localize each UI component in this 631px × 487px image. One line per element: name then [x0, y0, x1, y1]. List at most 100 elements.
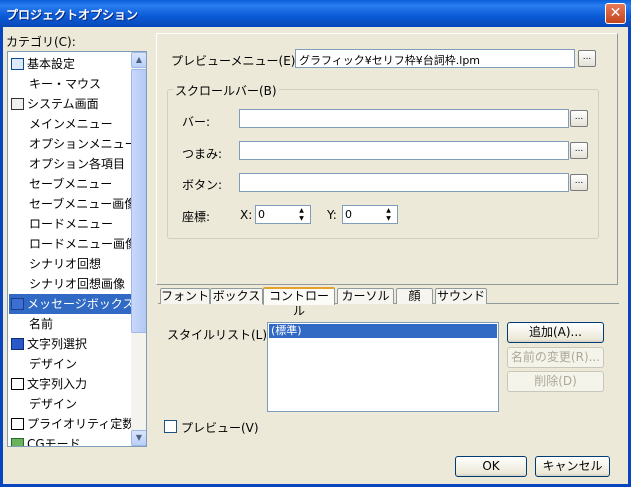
tab-3[interactable]: カーソル [337, 288, 394, 304]
style-list[interactable]: (標準) [267, 322, 499, 412]
category-item[interactable]: ロードメニュー [9, 214, 131, 234]
basic-settings-icon [11, 58, 24, 70]
rename-button[interactable]: 名前の変更(R)... [507, 347, 604, 368]
preview-menu-browse-button[interactable]: ... [578, 50, 596, 67]
scrollbar-group-label: スクロールバー(B) [173, 82, 279, 99]
x-label: X: [240, 208, 253, 222]
y-value: 0 [345, 208, 352, 221]
category-item[interactable]: メインメニュー [9, 114, 131, 134]
category-item-label: デザイン [29, 357, 78, 371]
category-item-label: セーブメニュー画像 [29, 197, 131, 211]
spin-up-icon[interactable]: ▲ [294, 207, 309, 215]
category-item-label: シナリオ回想 [29, 257, 102, 271]
category-items: 基本設定キー・マウス システム画面メインメニューオプションメニュー オプション各項目… [9, 54, 131, 446]
x-spin-buttons[interactable]: ▲ ▼ [294, 207, 309, 222]
y-label: Y: [327, 208, 337, 222]
style-list-item[interactable]: (標準) [269, 324, 497, 338]
preview-menu-label: プレビューメニュー(E): [171, 54, 300, 68]
delete-button[interactable]: 削除(D) [507, 371, 604, 392]
category-item-label: オプション各項目 [29, 157, 126, 171]
cancel-button[interactable]: キャンセル [535, 456, 610, 477]
category-item[interactable]: オプション各項目 [9, 154, 131, 174]
string-input-icon [11, 378, 24, 390]
category-item[interactable]: システム画面 [9, 94, 131, 114]
tab-2[interactable]: コントロール [263, 287, 335, 318]
close-button[interactable]: ✕ [605, 3, 626, 24]
spin-up-icon[interactable]: ▲ [381, 207, 396, 215]
category-item-label: 名前 [29, 317, 54, 331]
category-item-label: CGモード [27, 437, 81, 446]
button-label: ボタン: [182, 178, 223, 192]
category-item-label: デザイン [29, 397, 78, 411]
category-item[interactable]: シナリオ回想画像 [9, 274, 131, 294]
knob-label: つまみ: [182, 147, 223, 161]
priority-icon [11, 418, 24, 430]
category-item-label: 文字列入力 [27, 377, 88, 391]
category-item[interactable]: 名前 [9, 314, 131, 334]
category-item-label: オプションメニュー [29, 137, 131, 151]
scroll-down-button[interactable]: ▼ [131, 430, 146, 446]
category-item[interactable]: シナリオ回想 [9, 254, 131, 274]
category-item-label: 文字列選択 [27, 337, 88, 351]
y-spinner[interactable]: 0 ▲ ▼ [342, 205, 398, 224]
category-scrollbar[interactable]: ▲ ▼ [131, 52, 146, 446]
knob-browse-button[interactable]: ... [570, 142, 588, 159]
category-item[interactable]: 基本設定 [9, 54, 131, 74]
ok-button[interactable]: OK [455, 456, 527, 477]
message-box-icon [11, 298, 24, 310]
tab-0[interactable]: フォント [160, 288, 210, 304]
x-spinner[interactable]: 0 ▲ ▼ [255, 205, 311, 224]
category-item[interactable]: 文字列入力 [9, 374, 131, 394]
scroll-thumb[interactable] [131, 69, 146, 333]
category-item-label: 基本設定 [27, 57, 76, 71]
category-item[interactable]: デザイン [9, 394, 131, 414]
category-item[interactable]: オプションメニュー [9, 134, 131, 154]
string-select-icon [11, 338, 24, 350]
button-browse-button[interactable]: ... [570, 174, 588, 191]
coord-label: 座標: [182, 210, 211, 224]
category-item-label: システム画面 [27, 97, 99, 111]
category-item-label: セーブメニュー [29, 177, 113, 191]
category-item[interactable]: セーブメニュー画像 [9, 194, 131, 214]
category-item[interactable]: プライオリティ定数 [9, 414, 131, 434]
preview-checkbox-label: プレビュー(V) [181, 421, 259, 435]
category-item-label: プライオリティ定数 [27, 417, 131, 431]
system-screen-icon [11, 98, 24, 110]
category-item[interactable]: メッセージボックス [9, 294, 131, 314]
category-item-label: キー・マウス [29, 77, 102, 91]
category-item[interactable]: セーブメニュー [9, 174, 131, 194]
category-item[interactable]: キー・マウス [9, 74, 131, 94]
spin-down-icon[interactable]: ▼ [381, 215, 396, 223]
category-label: カテゴリ(C): [6, 35, 76, 49]
window-title: プロジェクトオプション [6, 8, 139, 22]
preview-checkbox[interactable] [164, 420, 177, 433]
bar-field[interactable] [239, 109, 569, 128]
scroll-up-button[interactable]: ▲ [131, 52, 146, 68]
category-item-label: メッセージボックス [27, 297, 131, 311]
tab-4[interactable]: 顔 [396, 288, 433, 304]
bar-browse-button[interactable]: ... [570, 110, 588, 127]
bar-label: バー: [182, 115, 211, 129]
preview-menu-field[interactable]: グラフィック¥セリフ枠¥台詞枠.lpm [295, 49, 575, 68]
category-item-label: ロードメニュー [29, 217, 114, 231]
knob-field[interactable] [239, 141, 569, 160]
category-item[interactable]: 文字列選択 [9, 334, 131, 354]
category-item[interactable]: CGモード [9, 434, 131, 446]
chevron-up-icon: ▲ [135, 55, 143, 64]
category-item[interactable]: デザイン [9, 354, 131, 374]
category-list[interactable]: 基本設定キー・マウス システム画面メインメニューオプションメニュー オプション各項目… [7, 51, 147, 447]
tab-1[interactable]: ボックス [210, 288, 263, 304]
tab-5[interactable]: サウンド [435, 288, 487, 304]
category-item[interactable]: ロードメニュー画像 [9, 234, 131, 254]
category-item-label: ロードメニュー画像 [29, 237, 131, 251]
add-button[interactable]: 追加(A)... [507, 322, 604, 343]
close-icon: ✕ [609, 5, 622, 21]
category-item-label: シナリオ回想画像 [29, 277, 126, 291]
chevron-down-icon: ▼ [135, 433, 143, 442]
style-list-label: スタイルリスト(L): [167, 328, 272, 342]
x-value: 0 [258, 208, 265, 221]
spin-down-icon[interactable]: ▼ [294, 215, 309, 223]
y-spin-buttons[interactable]: ▲ ▼ [381, 207, 396, 222]
button-field[interactable] [239, 173, 569, 192]
cg-mode-icon [11, 438, 24, 446]
